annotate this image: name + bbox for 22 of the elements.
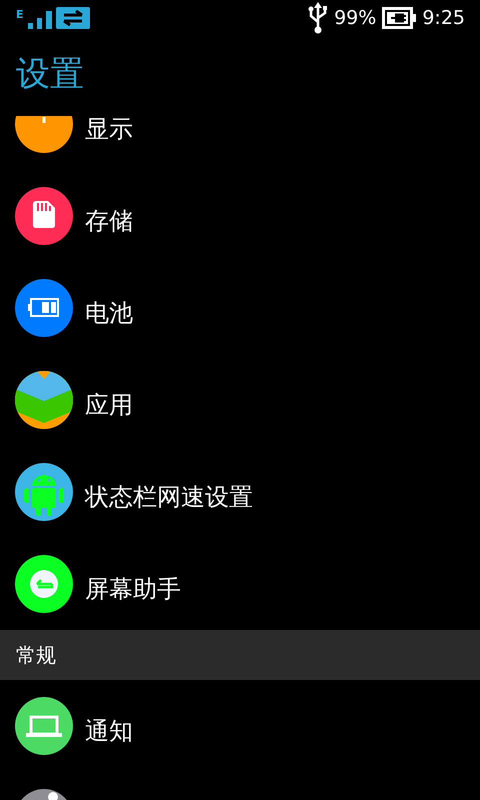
battery-charging-icon	[382, 7, 416, 29]
settings-item[interactable]: 电池	[0, 262, 480, 354]
network-type: E	[16, 9, 24, 20]
item-label: 显示	[85, 116, 133, 140]
item-label: 通知	[85, 718, 133, 742]
settings-item[interactable]: 存储	[0, 170, 480, 262]
page-title: 设置	[15, 53, 85, 96]
section-header: 常规	[0, 630, 480, 680]
settings-item[interactable]: 屏幕助手	[0, 538, 480, 630]
item-label: 电池	[85, 300, 133, 324]
clock: 9:25	[422, 7, 465, 29]
settings-item[interactable]: 显示	[0, 116, 480, 170]
item-label: 屏幕助手	[85, 576, 181, 600]
item-label: 存储	[85, 208, 133, 232]
settings-item[interactable]: 通知	[0, 680, 480, 772]
settings-item[interactable]: 应用	[0, 354, 480, 446]
usb-icon	[308, 2, 328, 34]
item-label: 状态栏网速设置	[85, 484, 253, 508]
battery-percent: 99%	[334, 7, 376, 29]
settings-item[interactable]: 状态栏网速设置	[0, 446, 480, 538]
item-label: 应用	[85, 392, 133, 416]
data-transfer-icon	[56, 7, 90, 29]
